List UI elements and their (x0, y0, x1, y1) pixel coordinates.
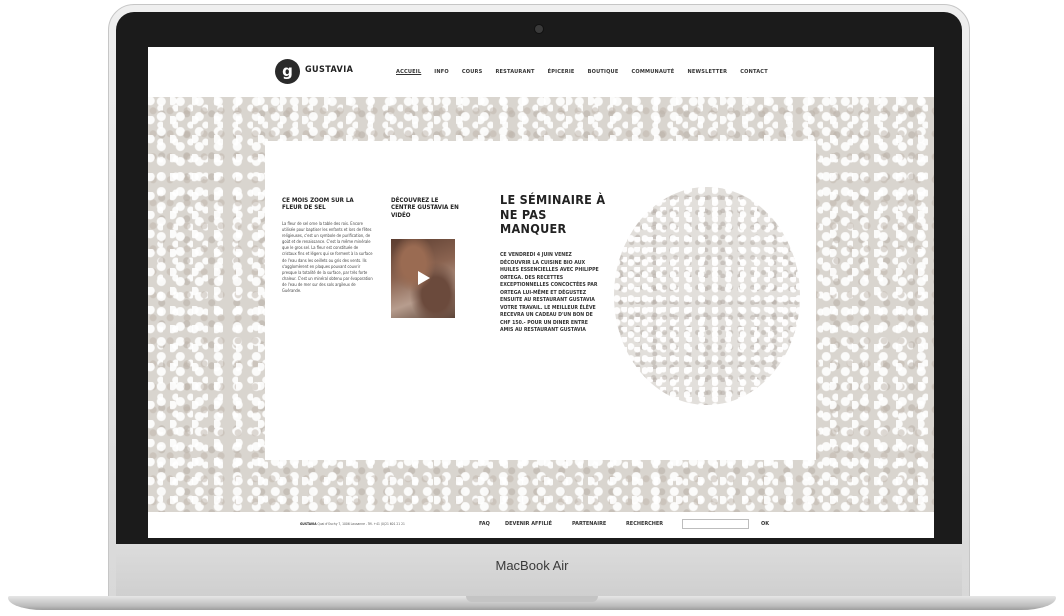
nav-item-restaurant[interactable]: RESTAURANT (495, 69, 534, 79)
play-icon[interactable] (418, 271, 430, 285)
device-label: MacBook Air (495, 558, 569, 573)
nav-item-newsletter[interactable]: NEWSLETTER (687, 69, 727, 79)
site-header: g GUSTAVIA ACCUEIL INFO COURS RESTAURANT… (148, 47, 934, 97)
salt-circle-image (614, 187, 800, 405)
seminar-body: CE VENDREDI 4 JUIN VENEZ DÉCOUVRIR LA CU… (500, 252, 599, 333)
footer-address: GUSTAVIA Quai d'Ouchy 7, 1006 Lausanne -… (300, 522, 405, 526)
nav-item-accueil[interactable]: ACCUEIL (396, 69, 421, 79)
website-screen: g GUSTAVIA ACCUEIL INFO COURS RESTAURANT… (148, 47, 934, 538)
nav-item-epicerie[interactable]: ÉPICERIE (548, 69, 575, 79)
footer-address-name: GUSTAVIA (300, 522, 317, 526)
main-nav: ACCUEIL INFO COURS RESTAURANT ÉPICERIE B… (396, 69, 768, 79)
video-heading: DÉCOUVREZ LE CENTRE GUSTAVIA EN VIDÉO (391, 197, 459, 219)
search-ok-button[interactable]: OK (761, 521, 769, 527)
nav-item-info[interactable]: INFO (434, 69, 449, 79)
site-footer: GUSTAVIA Quai d'Ouchy 7, 1006 Lausanne -… (148, 512, 934, 538)
footer-link-partenaire[interactable]: PARTENAIRE (572, 521, 606, 527)
nav-item-boutique[interactable]: BOUTIQUE (588, 69, 619, 79)
laptop-notch (466, 596, 598, 602)
nav-item-cours[interactable]: COURS (462, 69, 483, 79)
footer-address-rest: Quai d'Ouchy 7, 1006 Lausanne - Tél. +41… (317, 522, 405, 526)
site-name[interactable]: GUSTAVIA (305, 65, 353, 75)
zoom-body: La fleur de sel orne la table des rois. … (282, 221, 373, 294)
gustavia-logo-icon[interactable]: g (275, 59, 300, 84)
footer-link-faq[interactable]: FAQ (479, 521, 490, 527)
footer-link-rechercher[interactable]: RECHERCHER (626, 521, 663, 527)
footer-link-devenir-affilie[interactable]: DEVENIR AFFILIÉ (505, 521, 552, 527)
nav-item-communaute[interactable]: COMMUNAUTÉ (631, 69, 674, 79)
content-panel: CE MOIS ZOOM SUR LA FLEUR DE SEL La fleu… (265, 141, 816, 460)
video-thumbnail[interactable] (391, 239, 455, 318)
camera-icon (535, 25, 543, 33)
nav-item-contact[interactable]: CONTACT (740, 69, 768, 79)
zoom-heading: CE MOIS ZOOM SUR LA FLEUR DE SEL (282, 197, 354, 212)
search-input[interactable] (682, 519, 749, 529)
seminar-title: LE SÉMINAIRE À NE PAS MANQUER (500, 192, 606, 236)
